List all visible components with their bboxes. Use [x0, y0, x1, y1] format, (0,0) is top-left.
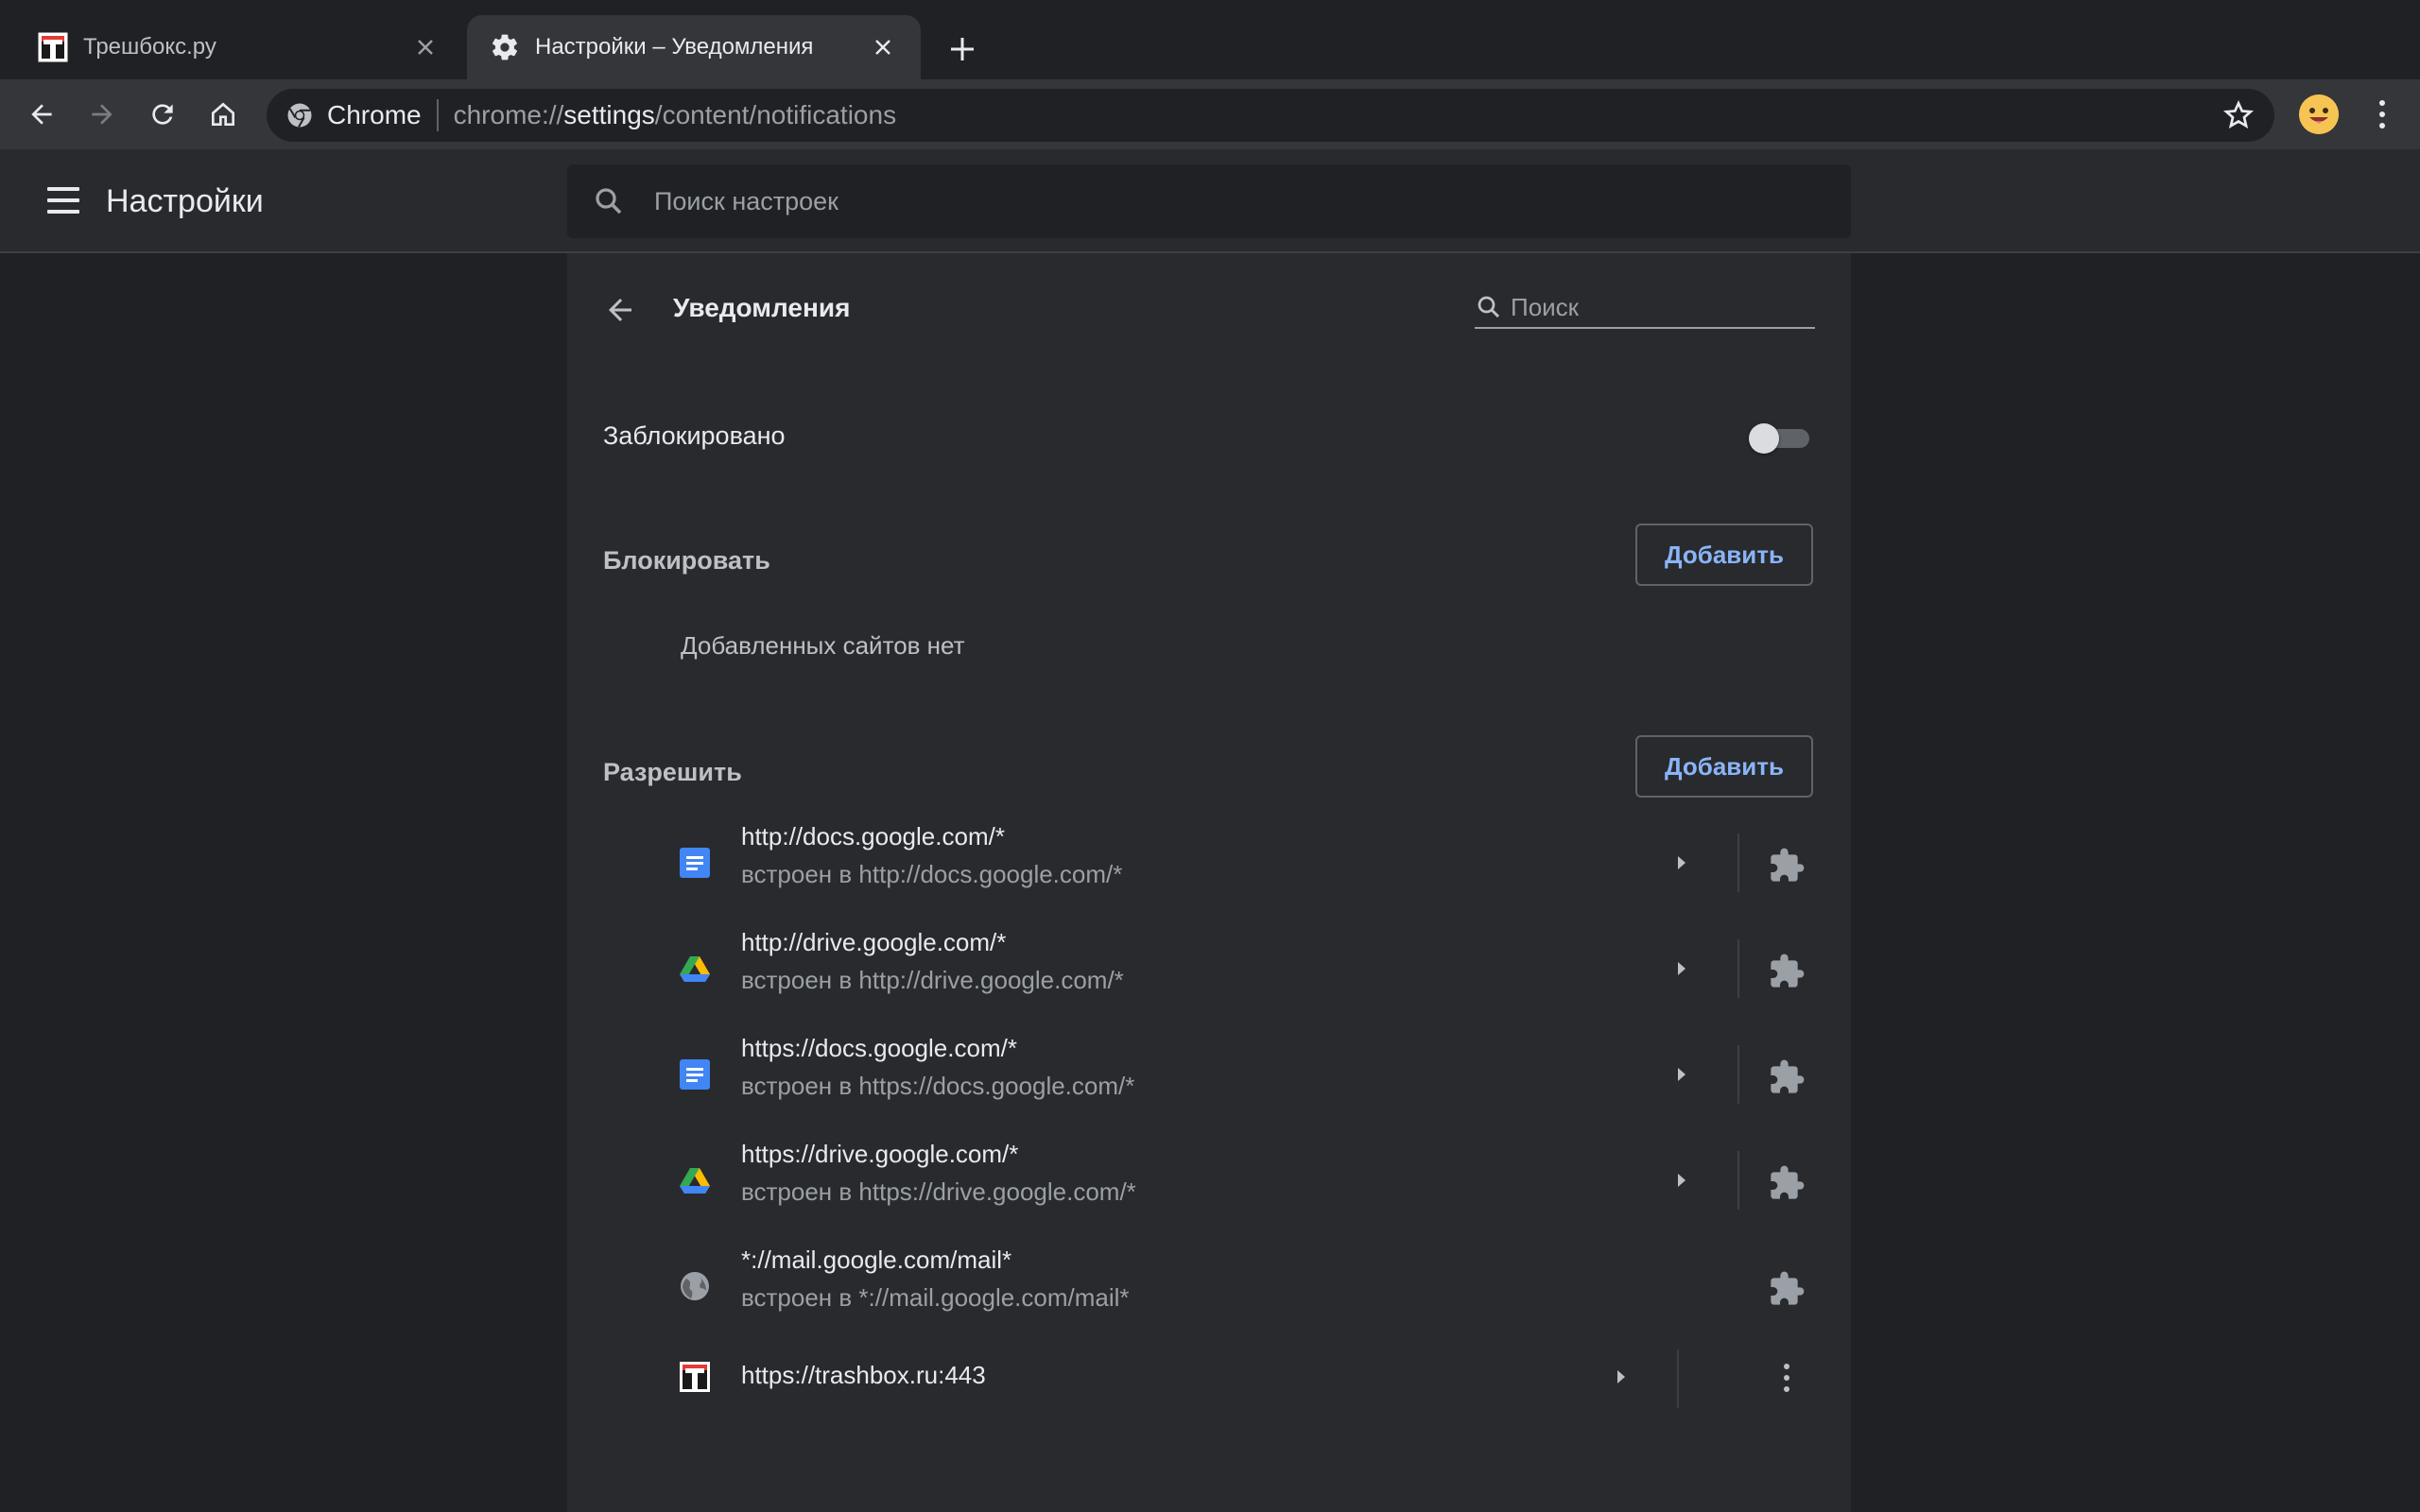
site-row[interactable]: https://drive.google.com/* встроен в http…	[567, 1128, 1851, 1234]
blocked-label: Заблокировано	[603, 421, 786, 450]
new-tab-button[interactable]	[943, 30, 981, 68]
profile-avatar[interactable]	[2299, 94, 2339, 134]
home-button[interactable]	[204, 95, 242, 133]
site-url: *://mail.google.com/mail*	[741, 1246, 1012, 1274]
search-icon	[596, 188, 622, 215]
extension-puzzle-icon[interactable]	[1768, 1270, 1806, 1308]
tab-trashbox[interactable]: Трешбокс.ру	[0, 15, 463, 79]
tab-title: Настройки – Уведомления	[535, 34, 814, 60]
blocked-toggle[interactable]	[1749, 421, 1811, 454]
trashbox-favicon	[38, 32, 68, 62]
expand-arrow-icon[interactable]	[1668, 849, 1696, 877]
tab-strip: Трешбокс.ру Настройки – Уведомления	[0, 0, 2420, 79]
add-block-button[interactable]: Добавить	[1635, 524, 1813, 586]
extension-puzzle-icon[interactable]	[1768, 847, 1806, 885]
expand-arrow-icon[interactable]	[1668, 1166, 1696, 1194]
row-divider	[1737, 1151, 1739, 1210]
site-url: https://docs.google.com/*	[741, 1034, 1017, 1062]
close-tab-icon[interactable]	[410, 32, 441, 62]
google-docs-icon	[679, 847, 711, 879]
browser-toolbar: Chrome chrome://settings/content/notific…	[0, 79, 2420, 149]
block-section-label: Блокировать	[603, 546, 770, 575]
globe-icon	[679, 1270, 711, 1302]
site-search-input[interactable]: Поиск	[1475, 289, 1815, 329]
extension-puzzle-icon[interactable]	[1768, 953, 1806, 990]
reload-icon	[152, 104, 173, 125]
row-divider	[1737, 939, 1739, 998]
row-divider	[1737, 1045, 1739, 1104]
chrome-icon	[287, 103, 312, 128]
back-arrow-icon[interactable]	[603, 293, 637, 327]
site-embedded-text: встроен в *://mail.google.com/mail*	[741, 1283, 1130, 1312]
site-url: https://drive.google.com/*	[741, 1140, 1019, 1168]
site-row[interactable]: http://docs.google.com/* встроен в http:/…	[567, 811, 1851, 917]
plus-icon	[951, 38, 974, 60]
hamburger-menu-icon[interactable]	[47, 187, 79, 214]
arrow-left-icon	[31, 104, 52, 125]
bookmark-star-icon[interactable]	[2221, 98, 2256, 132]
omnibox-divider	[436, 99, 439, 131]
add-allow-button[interactable]: Добавить	[1635, 735, 1813, 798]
site-row[interactable]: https://docs.google.com/* встроен в https…	[567, 1022, 1851, 1128]
close-tab-icon[interactable]	[868, 32, 898, 62]
settings-header: Настройки Поиск настроек	[0, 149, 2420, 253]
extension-puzzle-icon[interactable]	[1768, 1164, 1806, 1202]
search-placeholder: Поиск настроек	[654, 186, 838, 215]
site-row[interactable]: http://drive.google.com/* встроен в http:…	[567, 917, 1851, 1022]
site-url: https://trashbox.ru:443	[741, 1361, 986, 1389]
home-icon	[212, 102, 234, 126]
allow-section-label: Разрешить	[603, 758, 742, 786]
site-chip: Chrome	[327, 100, 422, 129]
notifications-card: Уведомления Поиск Заблокировано Блокиров…	[567, 253, 1851, 1512]
address-bar[interactable]: Chrome chrome://settings/content/notific…	[267, 89, 2274, 142]
search-icon	[1478, 296, 1500, 318]
browser-menu-button[interactable]	[2363, 94, 2401, 134]
page-title: Уведомления	[673, 293, 851, 322]
tab-settings-notifications[interactable]: Настройки – Уведомления	[467, 15, 921, 79]
search-placeholder: Поиск	[1511, 293, 1580, 321]
extension-puzzle-icon[interactable]	[1768, 1058, 1806, 1096]
site-embedded-text: встроен в http://docs.google.com/*	[741, 860, 1123, 888]
site-embedded-text: встроен в https://drive.google.com/*	[741, 1177, 1136, 1206]
site-row[interactable]: https://trashbox.ru:443	[567, 1340, 1851, 1419]
trashbox-favicon	[679, 1361, 711, 1393]
reload-button[interactable]	[144, 95, 182, 133]
site-embedded-text: встроен в https://docs.google.com/*	[741, 1072, 1135, 1100]
tab-title: Трешбокс.ру	[83, 34, 216, 60]
site-row[interactable]: *://mail.google.com/mail* встроен в *://m…	[567, 1234, 1851, 1340]
gear-icon	[492, 34, 518, 60]
google-drive-icon	[679, 953, 711, 985]
expand-arrow-icon[interactable]	[1607, 1363, 1635, 1391]
settings-search-input[interactable]: Поиск настроек	[567, 164, 1851, 238]
site-url: http://docs.google.com/*	[741, 822, 1005, 850]
back-button[interactable]	[23, 95, 60, 133]
row-divider	[1737, 833, 1739, 892]
url-text: chrome://settings/content/notifications	[453, 100, 897, 129]
emoji-avatar-icon	[2299, 94, 2339, 134]
forward-button[interactable]	[83, 95, 121, 133]
expand-arrow-icon[interactable]	[1668, 1060, 1696, 1089]
google-docs-icon	[679, 1058, 711, 1091]
expand-arrow-icon[interactable]	[1668, 954, 1696, 983]
arrow-right-icon	[92, 104, 112, 125]
block-empty-text: Добавленных сайтов нет	[681, 631, 965, 660]
row-divider	[1677, 1349, 1679, 1408]
site-url: http://drive.google.com/*	[741, 928, 1007, 956]
site-embedded-text: встроен в http://drive.google.com/*	[741, 966, 1124, 994]
settings-title: Настройки	[106, 183, 264, 219]
google-drive-icon	[679, 1164, 711, 1196]
more-actions-icon[interactable]	[1768, 1351, 1806, 1404]
